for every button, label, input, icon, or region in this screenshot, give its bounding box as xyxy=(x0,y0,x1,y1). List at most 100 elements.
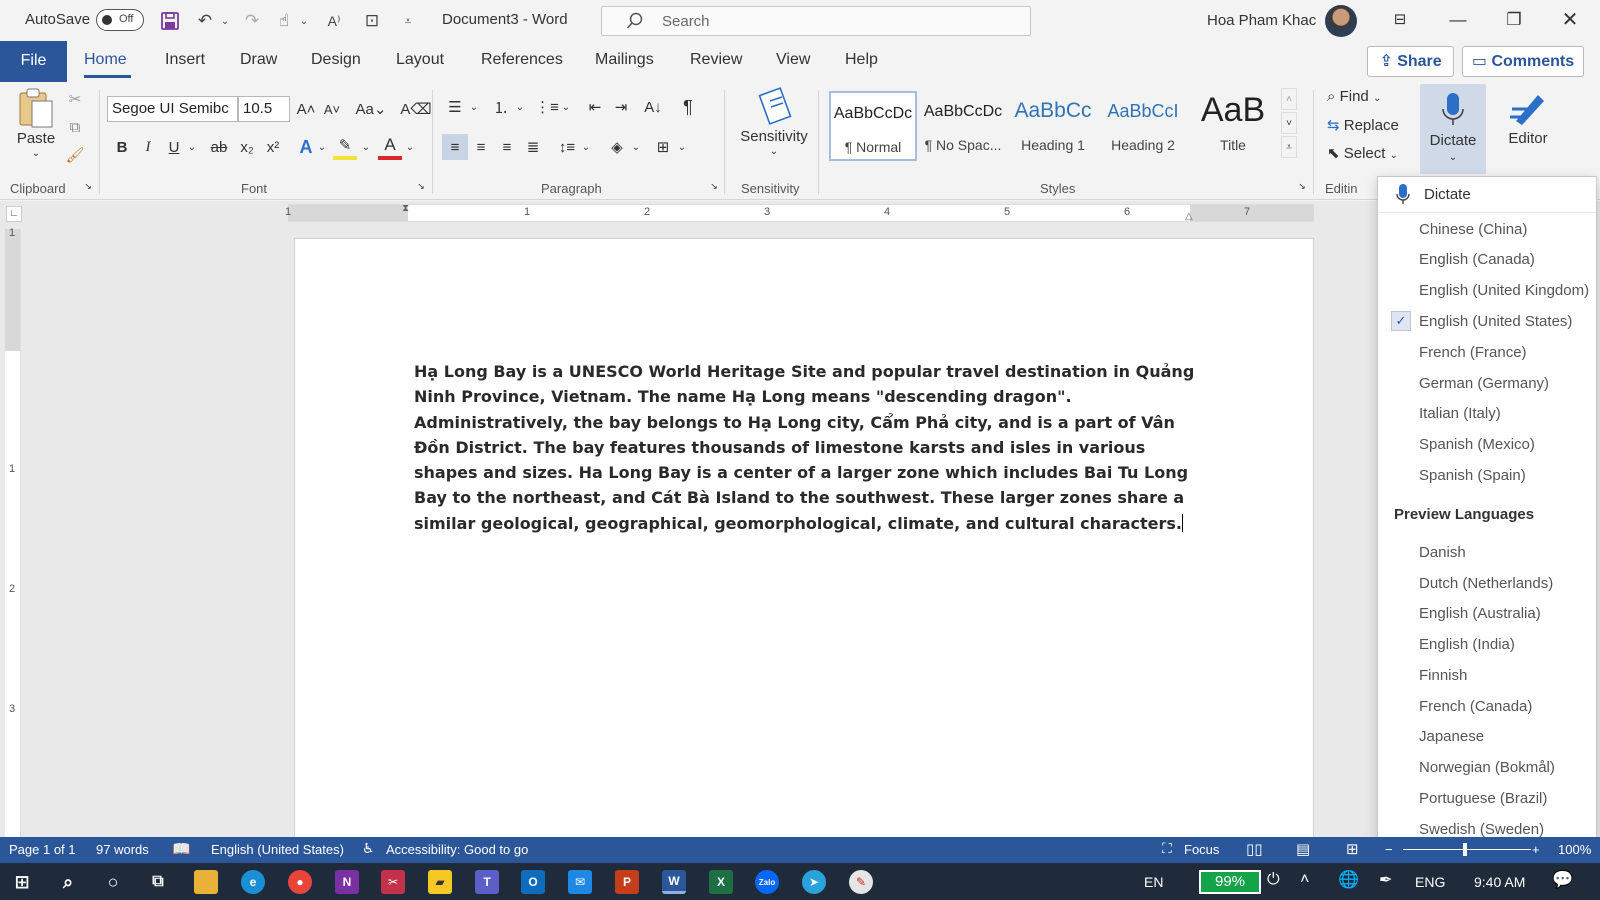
copy-icon[interactable]: ⧉ xyxy=(64,116,86,138)
zoom-in-icon[interactable]: + xyxy=(1532,842,1540,857)
save-icon[interactable] xyxy=(158,9,182,33)
sensitivity-icon[interactable] xyxy=(755,86,795,126)
change-case-button[interactable]: Aa ⌄ xyxy=(354,96,388,122)
styles-scroll-up-icon[interactable]: ˄ xyxy=(1281,88,1297,110)
outlook-icon[interactable]: O xyxy=(521,870,545,894)
file-explorer-icon[interactable] xyxy=(194,870,218,894)
comments-button[interactable]: ▭ Comments xyxy=(1462,46,1584,77)
sensitivity-dropdown-icon[interactable]: ⌄ xyxy=(764,146,784,157)
search-icon[interactable]: ⌕ xyxy=(56,870,80,894)
word-icon[interactable]: W xyxy=(662,870,686,894)
dictate-button[interactable]: Dictate ⌄ xyxy=(1420,84,1486,174)
preview-language-item[interactable]: English (Australia) xyxy=(1378,599,1596,629)
numbering-dropdown-icon[interactable]: ⌄ xyxy=(514,94,526,120)
align-center-icon[interactable]: ≡ xyxy=(468,134,494,160)
excel-icon[interactable]: X xyxy=(709,870,733,894)
font-color-icon[interactable]: A xyxy=(378,134,402,160)
align-left-icon[interactable]: ≡ xyxy=(442,134,468,160)
tab-help[interactable]: Help xyxy=(845,51,878,69)
preview-language-item[interactable]: Finnish xyxy=(1378,661,1596,691)
tab-home[interactable]: Home xyxy=(84,51,127,69)
power-plug-icon[interactable]: ⏻ xyxy=(1267,871,1280,889)
clock[interactable]: 9:40 AM xyxy=(1474,874,1525,890)
right-indent-marker-icon[interactable]: △ xyxy=(1185,211,1193,222)
language-chinese-china[interactable]: Chinese (China) xyxy=(1378,215,1596,245)
font-launcher-icon[interactable]: ↘ xyxy=(415,180,427,192)
superscript-icon[interactable]: x² xyxy=(262,134,284,160)
language-status[interactable]: English (United States) xyxy=(211,842,344,857)
redo-icon[interactable]: ↷ xyxy=(240,9,264,33)
accessibility-status[interactable]: Accessibility: Good to go xyxy=(386,842,528,857)
language-spanish-mexico[interactable]: Spanish (Mexico) xyxy=(1378,430,1596,460)
focus-label[interactable]: Focus xyxy=(1184,842,1219,857)
tab-view[interactable]: View xyxy=(776,51,810,69)
sensitivity-button[interactable]: Sensitivity xyxy=(734,128,814,145)
document-page[interactable]: Hạ Long Bay is a UNESCO World Heritage S… xyxy=(294,238,1314,848)
format-painter-icon[interactable]: 🖌 xyxy=(64,144,86,166)
font-color-dropdown-icon[interactable]: ⌄ xyxy=(404,134,416,160)
paint-icon[interactable]: ✎ xyxy=(849,870,873,894)
tab-file[interactable]: File xyxy=(0,41,67,82)
indent-marker-icon[interactable]: ⧗ xyxy=(402,203,409,214)
notification-icon[interactable]: 💬 xyxy=(1552,870,1573,890)
cut-icon[interactable]: ✂ xyxy=(64,88,86,110)
editor-button[interactable]: Editor xyxy=(1498,130,1558,147)
tab-selector-icon[interactable]: ∟ xyxy=(6,206,22,222)
undo-dropdown-icon[interactable]: ⌄ xyxy=(213,9,237,33)
style-heading-2[interactable]: AaBbCcI Heading 2 xyxy=(1099,91,1187,161)
clear-formatting-icon[interactable]: A⌫ xyxy=(400,96,431,122)
customize-toolbar-icon[interactable]: ⩡ xyxy=(396,9,420,33)
zalo-icon[interactable]: Zalo xyxy=(755,870,779,894)
read-mode-icon[interactable]: ▯▯ xyxy=(1246,840,1263,858)
grow-font-icon[interactable]: A˄ xyxy=(294,96,318,122)
horizontal-ruler[interactable]: 1 1 2 3 4 5 6 7 ⧗ △ xyxy=(285,203,1314,222)
language-italian-italy[interactable]: Italian (Italy) xyxy=(1378,399,1596,429)
zoom-out-icon[interactable]: − xyxy=(1385,842,1393,857)
highlight-icon[interactable]: ✎ xyxy=(333,134,357,160)
justify-icon[interactable]: ≣ xyxy=(520,134,546,160)
bold-icon[interactable]: B xyxy=(112,134,132,160)
strikethrough-icon[interactable]: ab xyxy=(207,134,231,160)
replace-button[interactable]: ⇆ Replace xyxy=(1327,116,1399,134)
document-body[interactable]: Hạ Long Bay is a UNESCO World Heritage S… xyxy=(414,359,1204,536)
ribbon-display-icon[interactable]: ⊟ xyxy=(1388,8,1412,32)
font-family-select[interactable]: Segoe UI Semibc xyxy=(107,96,238,122)
preview-language-item[interactable]: Portuguese (Brazil) xyxy=(1378,784,1596,814)
tab-design[interactable]: Design xyxy=(311,51,361,69)
chrome-icon[interactable]: ● xyxy=(288,870,312,894)
text-effects-dropdown-icon[interactable]: ⌄ xyxy=(316,134,328,160)
align-right-icon[interactable]: ≡ xyxy=(494,134,520,160)
powerpoint-icon[interactable]: P xyxy=(615,870,639,894)
touch-dropdown-icon[interactable]: ⌄ xyxy=(292,9,316,33)
share-button[interactable]: ⇪ Share xyxy=(1367,46,1454,77)
preview-language-item[interactable]: Danish xyxy=(1378,538,1596,568)
accessibility-icon[interactable]: ♿ xyxy=(362,840,375,857)
clipboard-launcher-icon[interactable]: ↘ xyxy=(82,180,94,192)
task-view-icon[interactable]: ⧉ xyxy=(146,870,170,894)
subscript-icon[interactable]: x₂ xyxy=(236,134,258,160)
tab-draw[interactable]: Draw xyxy=(240,51,277,69)
bullets-dropdown-icon[interactable]: ⌄ xyxy=(468,94,480,120)
globe-icon[interactable]: 🌐 xyxy=(1338,870,1359,890)
shrink-font-icon[interactable]: A˅ xyxy=(320,96,344,122)
dictate-menu-item[interactable]: Dictate xyxy=(1378,177,1596,213)
zoom-slider-thumb[interactable] xyxy=(1463,843,1467,856)
preview-language-item[interactable]: French (Canada) xyxy=(1378,692,1596,722)
select-button[interactable]: ⬉ Select ⌄ xyxy=(1327,144,1398,162)
restore-icon[interactable]: ❐ xyxy=(1502,8,1526,32)
tab-references[interactable]: References xyxy=(481,51,563,69)
mail-icon[interactable]: ✉ xyxy=(568,870,592,894)
style-heading-1[interactable]: AaBbCc Heading 1 xyxy=(1009,91,1097,161)
borders-dropdown-icon[interactable]: ⌄ xyxy=(676,134,688,160)
styles-scroll-down-icon[interactable]: ˅ xyxy=(1281,112,1297,134)
underline-dropdown-icon[interactable]: ⌄ xyxy=(186,134,198,160)
bullets-icon[interactable]: ☰ xyxy=(442,94,468,120)
language-english-us[interactable]: ✓ English (United States) xyxy=(1378,307,1596,337)
page-count[interactable]: Page 1 of 1 xyxy=(9,842,76,857)
line-spacing-icon[interactable]: ↕≡ xyxy=(554,134,580,160)
language-english-canada[interactable]: English (Canada) xyxy=(1378,245,1596,275)
web-layout-icon[interactable]: ⊞ xyxy=(1346,840,1359,858)
input-method[interactable]: ENG xyxy=(1415,874,1445,890)
language-spanish-spain[interactable]: Spanish (Spain) xyxy=(1378,461,1596,491)
multilevel-list-icon[interactable]: ⋮≡ xyxy=(534,94,560,120)
